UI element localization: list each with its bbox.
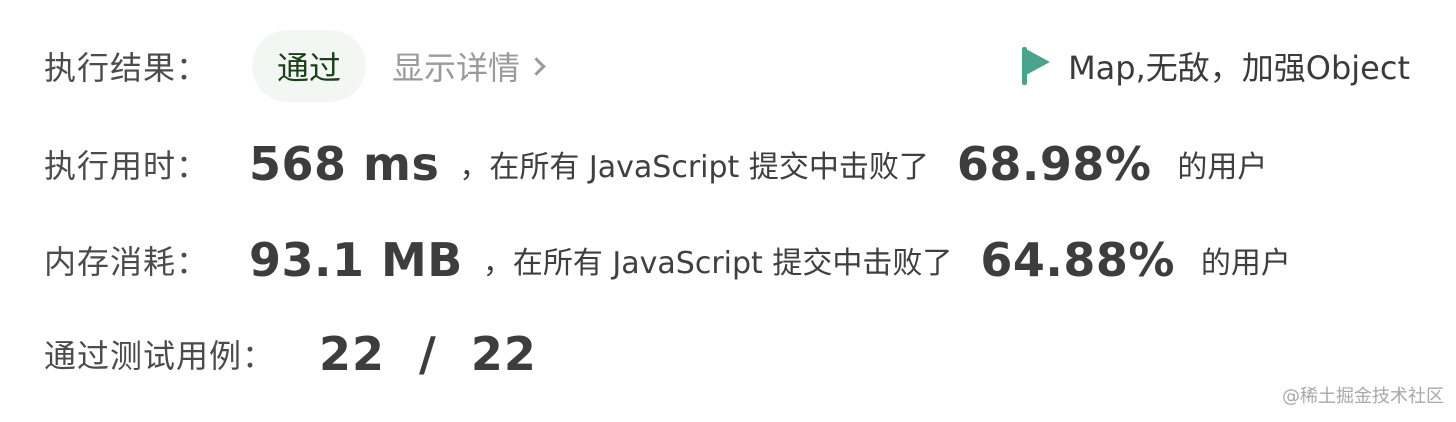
watermark: @稀土掘金技术社区: [1282, 386, 1444, 407]
memory-value: 93.1 MB: [249, 233, 463, 287]
runtime-label: 执行用时：: [44, 147, 210, 185]
runtime-comparison-text: ，在所有 JavaScript 提交中击败了: [459, 150, 929, 185]
result-label: 执行结果：: [44, 49, 210, 87]
submission-note[interactable]: Map,无敌，加强Object: [1022, 38, 1410, 94]
flag-icon: [1022, 47, 1051, 85]
runtime-value: 568 ms: [249, 137, 440, 191]
memory-comparison-text: ，在所有 JavaScript 提交中击败了: [482, 246, 953, 281]
memory-percent: 64.88%: [980, 233, 1175, 287]
status-text: 通过: [277, 49, 342, 87]
memory-row: 内存消耗： 93.1 MB ，在所有 JavaScript 提交中击败了 64.…: [44, 228, 1291, 292]
show-details-link[interactable]: 显示详情: [392, 43, 546, 89]
show-details-label: 显示详情: [392, 49, 521, 87]
memory-label: 内存消耗：: [44, 243, 210, 281]
tests-label: 通过测试用例：: [44, 337, 276, 375]
submission-note-text: Map,无敌，加强Object: [1068, 49, 1410, 87]
runtime-suffix: 的用户: [1177, 150, 1268, 185]
result-row: 执行结果： 通过 显示详情: [44, 30, 546, 102]
runtime-row: 执行用时： 568 ms ，在所有 JavaScript 提交中击败了 68.9…: [44, 132, 1267, 196]
memory-suffix: 的用户: [1200, 246, 1291, 281]
tests-row: 通过测试用例： 22 / 22: [44, 322, 537, 386]
tests-value: 22 / 22: [319, 327, 537, 381]
status-badge: 通过: [252, 30, 367, 102]
runtime-percent: 68.98%: [956, 137, 1152, 191]
chevron-right-icon: [527, 56, 546, 76]
